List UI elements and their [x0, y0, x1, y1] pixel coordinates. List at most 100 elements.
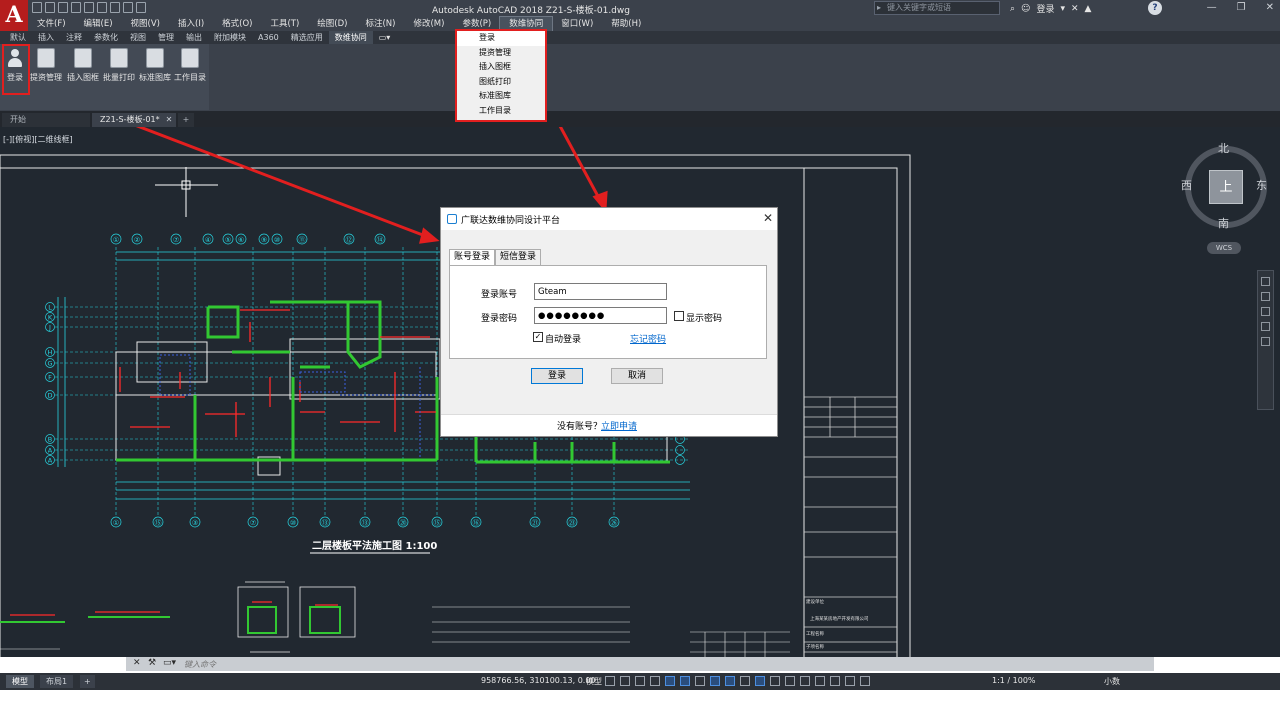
- close-icon[interactable]: ✕: [1266, 0, 1274, 16]
- transparency-icon[interactable]: [755, 676, 765, 686]
- account-input[interactable]: [534, 283, 667, 300]
- restore-icon[interactable]: ❐: [1237, 0, 1246, 16]
- menu-window[interactable]: 窗口(W): [552, 17, 602, 31]
- redo-icon[interactable]: [123, 2, 133, 13]
- drawing-tab[interactable]: Z21-S-楼板-01* ✕: [92, 113, 176, 127]
- menu-tools[interactable]: 工具(T): [261, 17, 308, 31]
- work-directory-button[interactable]: 工作目录: [173, 48, 207, 83]
- tab-sms-login[interactable]: 短信登录: [495, 249, 542, 265]
- 3d-osnap-icon[interactable]: [785, 676, 795, 686]
- tab-addins[interactable]: 附加模块: [208, 31, 252, 44]
- tab-featured-apps[interactable]: 精选应用: [285, 31, 329, 44]
- tab-close-icon[interactable]: ✕: [166, 115, 173, 124]
- wrench-icon[interactable]: ⚒: [148, 658, 156, 668]
- start-tab[interactable]: 开始: [2, 113, 90, 127]
- a360-icon[interactable]: ▲: [1085, 4, 1092, 14]
- minimize-icon[interactable]: —: [1207, 0, 1217, 16]
- help-icon[interactable]: ?: [1148, 1, 1162, 15]
- new-tab-button[interactable]: +: [178, 113, 194, 127]
- tab-account-login[interactable]: 账号登录: [449, 249, 496, 266]
- layout1-tab[interactable]: 布局1: [40, 675, 74, 688]
- password-input[interactable]: [534, 307, 667, 324]
- tab-output[interactable]: 输出: [180, 31, 208, 44]
- forgot-password-link[interactable]: 忘记密码: [630, 332, 666, 345]
- save-icon[interactable]: [58, 2, 68, 13]
- selection-cycling-icon[interactable]: [770, 676, 780, 686]
- compass-west[interactable]: 西: [1181, 177, 1192, 193]
- print-icon[interactable]: [97, 2, 107, 13]
- annotation-scale[interactable]: 1:1 / 100%: [992, 676, 1036, 685]
- viewport-controls-label[interactable]: [-][俯视][二维线框]: [3, 134, 73, 145]
- dd-item-insert-frame[interactable]: 插入图框: [457, 60, 545, 75]
- standard-library-button[interactable]: 标准图库: [138, 48, 172, 83]
- data-management-button[interactable]: 提资管理: [29, 48, 63, 83]
- annotation-visibility-icon[interactable]: [845, 676, 855, 686]
- dialog-close-icon[interactable]: ✕: [763, 211, 773, 225]
- menu-edit[interactable]: 编辑(E): [75, 17, 122, 31]
- tab-annotate[interactable]: 注释: [60, 31, 88, 44]
- cart-icon[interactable]: ▾: [1060, 4, 1065, 14]
- model-space-toggle[interactable]: 模型: [586, 676, 602, 687]
- showmotion-icon[interactable]: [1261, 337, 1270, 346]
- tab-shuwei-xietong[interactable]: 数维协同: [328, 31, 373, 44]
- dynamic-ucs-icon[interactable]: [800, 676, 810, 686]
- tab-insert[interactable]: 插入: [32, 31, 60, 44]
- model-tab[interactable]: 模型: [6, 675, 34, 688]
- application-menu-logo[interactable]: A: [0, 0, 28, 32]
- menu-view[interactable]: 视图(V): [122, 17, 169, 31]
- recent-commands-icon[interactable]: ▭▾: [163, 658, 176, 668]
- steering-wheel-icon[interactable]: [1261, 277, 1270, 286]
- apply-now-link[interactable]: 立即申请: [601, 419, 637, 432]
- wcs-menu[interactable]: WCS: [1207, 242, 1241, 254]
- compass-south[interactable]: 南: [1218, 215, 1229, 231]
- lineweight-icon[interactable]: [740, 676, 750, 686]
- selection-filter-icon[interactable]: [815, 676, 825, 686]
- orbit-icon[interactable]: [1261, 322, 1270, 331]
- menu-insert[interactable]: 插入(I): [169, 17, 213, 31]
- user-icon[interactable]: ☺: [1021, 4, 1030, 14]
- login-submit-button[interactable]: 登录: [531, 368, 583, 384]
- menu-draw[interactable]: 绘图(D): [308, 17, 356, 31]
- tab-a360[interactable]: A360: [252, 31, 285, 44]
- insert-frame-button[interactable]: 插入图框: [66, 48, 100, 83]
- search-input[interactable]: 键入关键字或短语: [874, 1, 1000, 15]
- tab-manage[interactable]: 管理: [152, 31, 180, 44]
- menu-dimension[interactable]: 标注(N): [356, 17, 404, 31]
- undo-icon[interactable]: [110, 2, 120, 13]
- exchange-icon[interactable]: ✕: [1071, 4, 1079, 14]
- add-layout-button[interactable]: +: [80, 675, 95, 688]
- compass-north[interactable]: 北: [1218, 140, 1229, 156]
- ribbon-minimize-icon[interactable]: ▭▾: [379, 31, 391, 44]
- dd-item-work-directory[interactable]: 工作目录: [457, 104, 545, 119]
- ortho-icon[interactable]: [665, 676, 675, 686]
- menu-modify[interactable]: 修改(M): [404, 17, 453, 31]
- dd-item-login[interactable]: 登录: [457, 31, 545, 46]
- new-file-icon[interactable]: [32, 2, 42, 13]
- infer-constraints-icon[interactable]: [635, 676, 645, 686]
- sign-in-link[interactable]: 登录: [1036, 2, 1054, 15]
- web-mobile-icon[interactable]: [84, 2, 94, 13]
- command-input[interactable]: [184, 658, 1144, 670]
- pan-icon[interactable]: [1261, 292, 1270, 301]
- cancel-button[interactable]: 取消: [611, 368, 663, 384]
- object-snap-tracking-icon[interactable]: [710, 676, 720, 686]
- open-file-icon[interactable]: [45, 2, 55, 13]
- auto-login-checkbox[interactable]: ✓: [533, 332, 543, 342]
- gizmo-icon[interactable]: [830, 676, 840, 686]
- coordinates-readout[interactable]: 958766.56, 310100.13, 0.00: [481, 676, 596, 685]
- units-selector[interactable]: 小数: [1104, 676, 1120, 687]
- compass-east[interactable]: 东: [1256, 177, 1267, 193]
- menu-format[interactable]: 格式(O): [213, 17, 261, 31]
- batch-print-button[interactable]: 批量打印: [102, 48, 136, 83]
- snap-icon[interactable]: [620, 676, 630, 686]
- dd-item-standard-library[interactable]: 标准图库: [457, 89, 545, 104]
- polar-icon[interactable]: [680, 676, 690, 686]
- viewcube-top-face[interactable]: 上: [1209, 170, 1243, 204]
- isodraft-icon[interactable]: [695, 676, 705, 686]
- dynamic-input-icon[interactable]: [650, 676, 660, 686]
- menu-file[interactable]: 文件(F): [28, 17, 75, 31]
- save-as-icon[interactable]: [71, 2, 81, 13]
- command-close-icon[interactable]: ✕: [133, 658, 141, 668]
- binoculars-icon[interactable]: ⌕: [1010, 4, 1015, 14]
- tab-default[interactable]: 默认: [4, 31, 32, 44]
